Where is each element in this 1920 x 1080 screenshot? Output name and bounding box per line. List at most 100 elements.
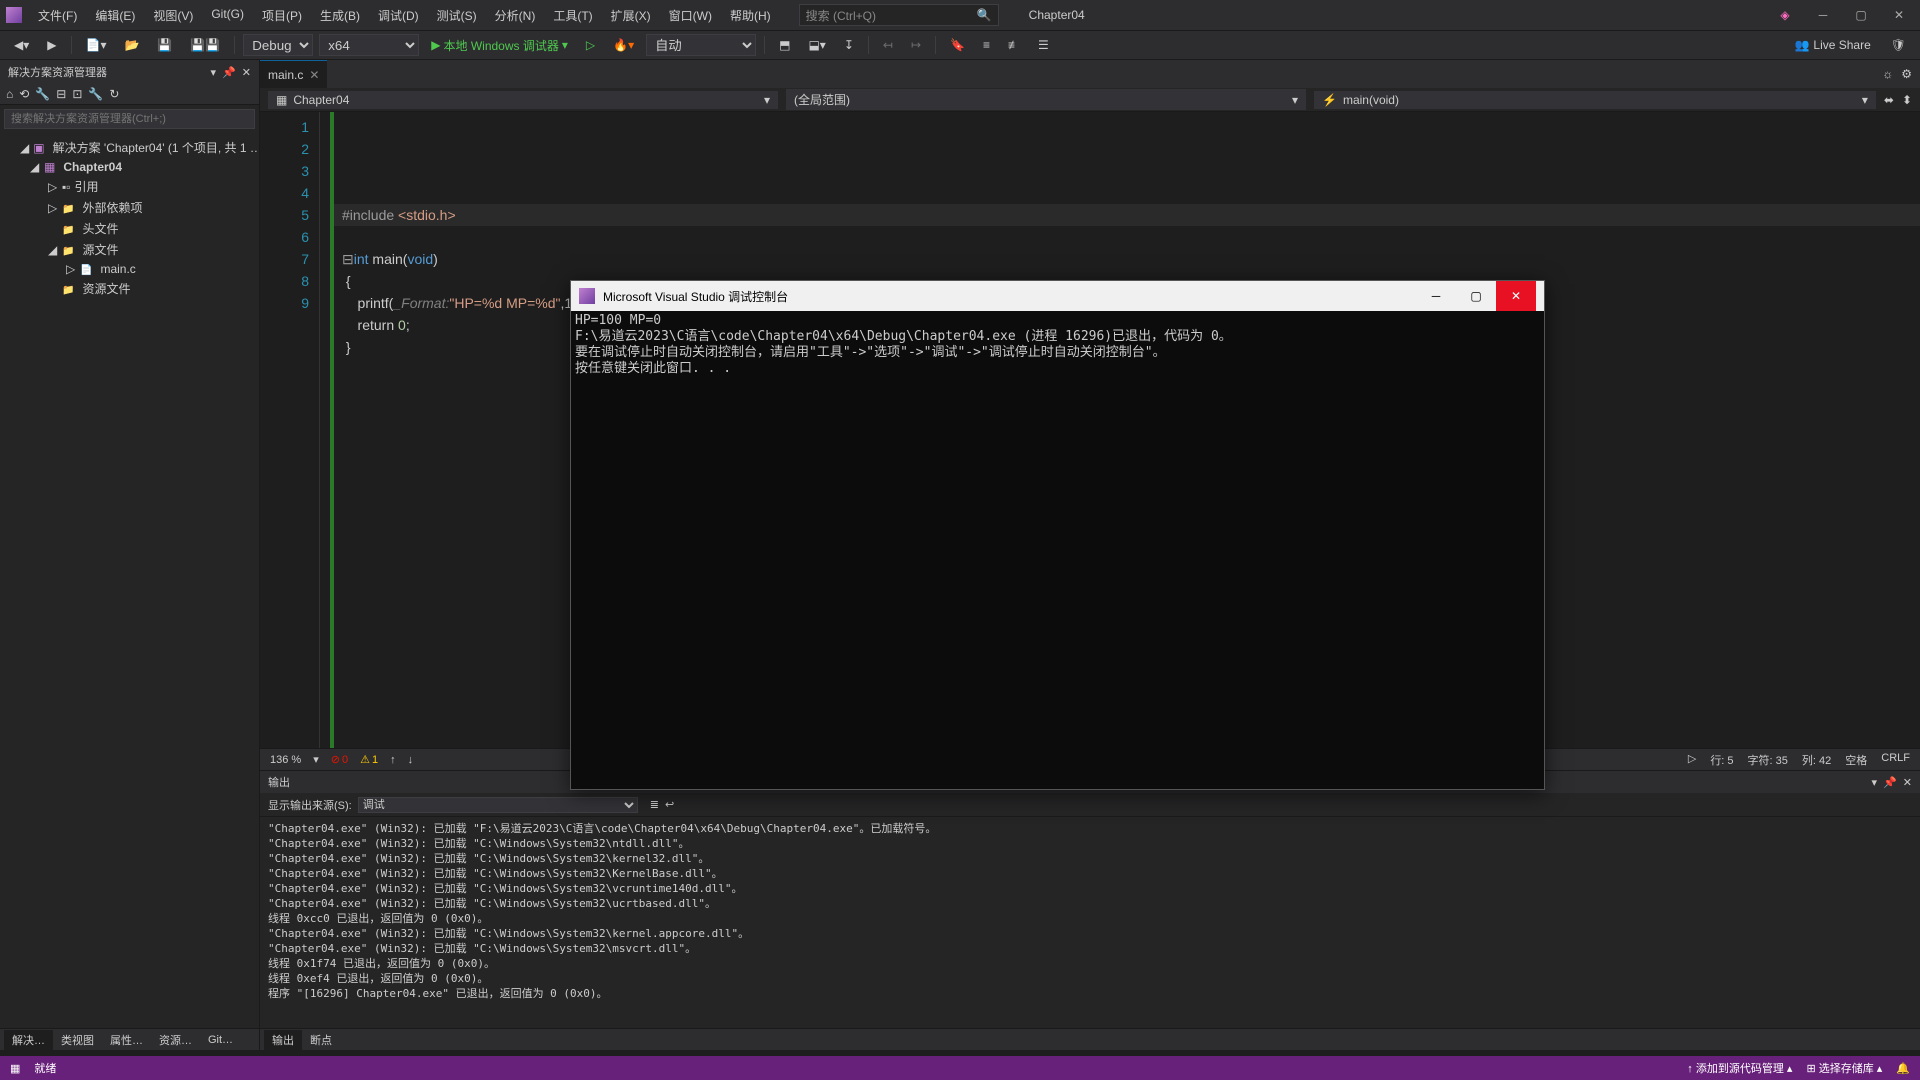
global-search[interactable]: 搜索 (Ctrl+Q) 🔍 xyxy=(799,4,999,26)
collapse-icon[interactable]: ⊟ xyxy=(56,87,66,101)
breadcrumb-scope[interactable]: (全局范围)▾ xyxy=(786,89,1306,110)
output-close-icon[interactable]: ✕ xyxy=(1903,776,1912,789)
menu-analyze[interactable]: 分析(N) xyxy=(487,3,544,28)
save-button[interactable]: 💾 xyxy=(151,36,178,54)
zoom-dd-icon[interactable]: ▾ xyxy=(313,753,319,766)
tab-solution[interactable]: 解决… xyxy=(4,1030,53,1050)
select-repo[interactable]: ⊞ 选择存储库 ▴ xyxy=(1806,1060,1882,1076)
split-vert-icon[interactable]: ⬍ xyxy=(1902,93,1912,107)
start-debug-button[interactable]: ▶ 本地 Windows 调试器 ▾ xyxy=(425,35,574,56)
menu-debug[interactable]: 调试(D) xyxy=(370,3,427,28)
menu-git[interactable]: Git(G) xyxy=(203,3,252,28)
nav-back-button[interactable]: ◀▾ xyxy=(8,36,35,54)
menu-tools[interactable]: 工具(T) xyxy=(545,3,600,28)
auto-dropdown[interactable]: 自动 xyxy=(646,34,756,56)
tree-headers[interactable]: 头文件 xyxy=(0,218,259,239)
console-output[interactable]: HP=100 MP=0 F:\易道云2023\C语言\code\Chapter0… xyxy=(571,311,1544,789)
admin-icon[interactable]: 🛡 xyxy=(1885,36,1912,54)
maximize-button[interactable]: ▢ xyxy=(1846,5,1876,25)
panel-close-icon[interactable]: ✕ xyxy=(242,66,251,79)
hot-reload-button[interactable]: 🔥▾ xyxy=(607,36,640,54)
liveshare-button[interactable]: 👥Live Share xyxy=(1794,38,1870,52)
config-dropdown[interactable]: Debug xyxy=(243,34,313,56)
split-horiz-icon[interactable]: ⬌ xyxy=(1884,93,1894,107)
indent-in-button[interactable]: ↦ xyxy=(905,36,927,54)
tab-git[interactable]: Git… xyxy=(200,1032,241,1048)
tab-breakpoints[interactable]: 断点 xyxy=(302,1030,340,1050)
breadcrumb-project[interactable]: ▦Chapter04▾ xyxy=(268,91,778,109)
uncomment-button[interactable]: ≢ xyxy=(1002,36,1026,54)
code-lens-icon[interactable]: ☼ xyxy=(1882,67,1893,81)
console-minimize[interactable]: ─ xyxy=(1416,281,1456,311)
output-pin-icon[interactable]: 📌 xyxy=(1883,776,1897,789)
nav-up-icon[interactable]: ↑ xyxy=(390,754,396,766)
tb-misc1[interactable]: ⬒ xyxy=(773,36,796,54)
start-nodebug-button[interactable]: ▷ xyxy=(580,36,601,54)
editor-settings-icon[interactable]: ⚙ xyxy=(1901,67,1912,81)
refresh-icon[interactable]: ↻ xyxy=(109,87,119,101)
bookmark-button[interactable]: 🔖 xyxy=(944,36,971,54)
line-ending[interactable]: CRLF xyxy=(1881,752,1910,768)
tree-project[interactable]: ◢Chapter04 xyxy=(0,158,259,176)
close-button[interactable]: ✕ xyxy=(1884,5,1914,25)
tab-resource[interactable]: 资源… xyxy=(151,1030,200,1050)
insert-mode[interactable]: 空格 xyxy=(1845,752,1867,768)
nav-down-icon[interactable]: ↓ xyxy=(408,754,414,766)
indent-out-button[interactable]: ↤ xyxy=(877,36,899,54)
console-title-bar[interactable]: Microsoft Visual Studio 调试控制台 ─ ▢ ✕ xyxy=(571,281,1544,311)
add-source-control[interactable]: ↑ 添加到源代码管理 ▴ xyxy=(1687,1060,1792,1076)
tree-resources[interactable]: 资源文件 xyxy=(0,278,259,299)
menu-test[interactable]: 测试(S) xyxy=(429,3,485,28)
minimize-button[interactable]: ─ xyxy=(1808,5,1838,25)
tb-misc3[interactable]: ↧ xyxy=(838,36,860,54)
zoom-level[interactable]: 136 % xyxy=(270,754,301,766)
menu-file[interactable]: 文件(F) xyxy=(30,3,85,28)
console-maximize[interactable]: ▢ xyxy=(1456,281,1496,311)
output-wrap-icon[interactable]: ↩ xyxy=(665,798,674,811)
menu-project[interactable]: 项目(P) xyxy=(254,3,310,28)
output-content[interactable]: "Chapter04.exe" (Win32): 已加载 "F:\易道云2023… xyxy=(260,817,1920,1028)
solution-search-input[interactable] xyxy=(4,109,255,129)
tree-main-c[interactable]: ▷main.c xyxy=(0,260,259,278)
breadcrumb-symbol[interactable]: ⚡main(void)▾ xyxy=(1314,91,1876,109)
output-source-dropdown[interactable]: 调试 xyxy=(358,797,638,813)
comment-button[interactable]: ≡ xyxy=(977,36,996,54)
output-dd-icon[interactable]: ▾ xyxy=(1872,776,1878,789)
tree-references[interactable]: ▷▪▫引用 xyxy=(0,176,259,197)
error-count[interactable]: ⊘ 0 xyxy=(331,753,348,766)
editor-tab-main-c[interactable]: main.c ✕ xyxy=(260,60,327,88)
panel-options-icon[interactable]: ▾ xyxy=(211,66,217,79)
platform-dropdown[interactable]: x64 xyxy=(319,34,419,56)
tab-properties[interactable]: 属性… xyxy=(102,1030,151,1050)
wrench-icon[interactable]: 🔧 xyxy=(35,87,50,101)
tree-sources[interactable]: ◢源文件 xyxy=(0,239,259,260)
tree-solution[interactable]: ◢解决方案 'Chapter04' (1 个项目, 共 1 … xyxy=(0,137,259,158)
menu-edit[interactable]: 编辑(E) xyxy=(87,3,143,28)
show-all-icon[interactable]: ⊡ xyxy=(72,87,82,101)
save-all-button[interactable]: 💾💾 xyxy=(184,36,226,54)
warning-count[interactable]: ⚠ 1 xyxy=(360,753,378,766)
nav-fwd2-icon[interactable]: ▷ xyxy=(1688,752,1696,768)
user-badge-icon[interactable]: ◈ xyxy=(1770,5,1800,25)
format-button[interactable]: ☰ xyxy=(1032,36,1055,54)
sync-icon[interactable]: ⟲ xyxy=(19,87,29,101)
output-clear-icon[interactable]: ≣ xyxy=(650,798,659,811)
menu-view[interactable]: 视图(V) xyxy=(145,3,201,28)
open-button[interactable]: 📂 xyxy=(118,36,145,54)
menu-help[interactable]: 帮助(H) xyxy=(722,3,779,28)
panel-pin-icon[interactable]: 📌 xyxy=(222,66,236,79)
menu-extensions[interactable]: 扩展(X) xyxy=(603,3,659,28)
notifications-icon[interactable]: 🔔 xyxy=(1896,1062,1910,1075)
menu-build[interactable]: 生成(B) xyxy=(312,3,368,28)
tree-external[interactable]: ▷外部依赖项 xyxy=(0,197,259,218)
new-item-button[interactable]: 📄▾ xyxy=(80,36,113,54)
tb-misc2[interactable]: ⬓▾ xyxy=(802,36,831,54)
tab-output[interactable]: 输出 xyxy=(264,1030,302,1050)
menu-window[interactable]: 窗口(W) xyxy=(661,3,720,28)
console-close[interactable]: ✕ xyxy=(1496,281,1536,311)
tab-classview[interactable]: 类视图 xyxy=(53,1030,102,1050)
nav-fwd-button[interactable]: ▶ xyxy=(41,36,62,54)
properties-icon[interactable]: 🔧 xyxy=(88,87,103,101)
tab-close-icon[interactable]: ✕ xyxy=(309,68,319,82)
home-icon[interactable]: ⌂ xyxy=(6,87,13,101)
